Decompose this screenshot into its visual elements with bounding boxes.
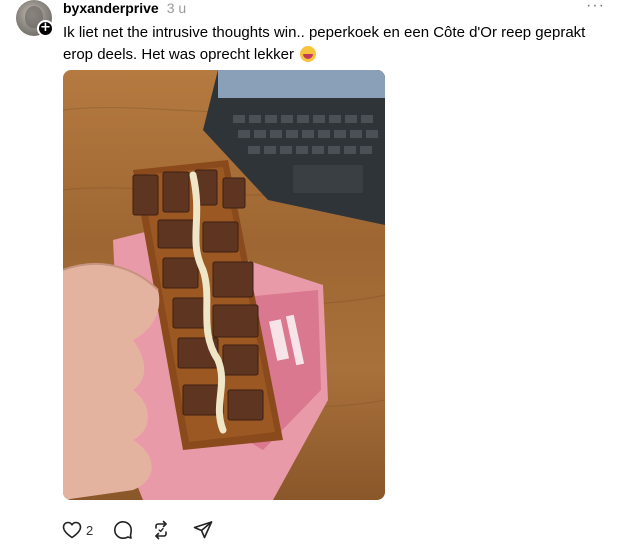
post-image[interactable] xyxy=(63,70,385,500)
grinning-tongue-emoji xyxy=(300,46,317,62)
caption-text: Ik liet net the intrusive thoughts win..… xyxy=(63,24,586,63)
photo-illustration xyxy=(63,70,385,500)
share-button[interactable] xyxy=(193,520,213,540)
repost-icon xyxy=(155,520,168,540)
username-link[interactable]: byxanderprive xyxy=(63,0,159,16)
share-icon xyxy=(193,521,213,539)
post-header: byxanderprive 3 u xyxy=(63,0,186,16)
like-button[interactable]: 2 xyxy=(62,520,93,540)
heart-icon xyxy=(62,521,82,539)
post-caption: Ik liet net the intrusive thoughts win..… xyxy=(63,22,603,66)
like-count: 2 xyxy=(86,522,94,538)
comment-icon xyxy=(114,521,133,539)
follow-plus-icon[interactable]: + xyxy=(37,20,54,37)
repost-button[interactable] xyxy=(151,520,171,540)
comment-button[interactable] xyxy=(113,520,133,540)
thread-post: + byxanderprive 3 u ··· Ik liet net the … xyxy=(0,0,620,552)
post-actions: 2 xyxy=(62,520,213,540)
more-options-icon[interactable]: ··· xyxy=(586,0,605,14)
avatar-container[interactable]: + xyxy=(16,0,54,37)
post-timestamp[interactable]: 3 u xyxy=(167,0,186,16)
